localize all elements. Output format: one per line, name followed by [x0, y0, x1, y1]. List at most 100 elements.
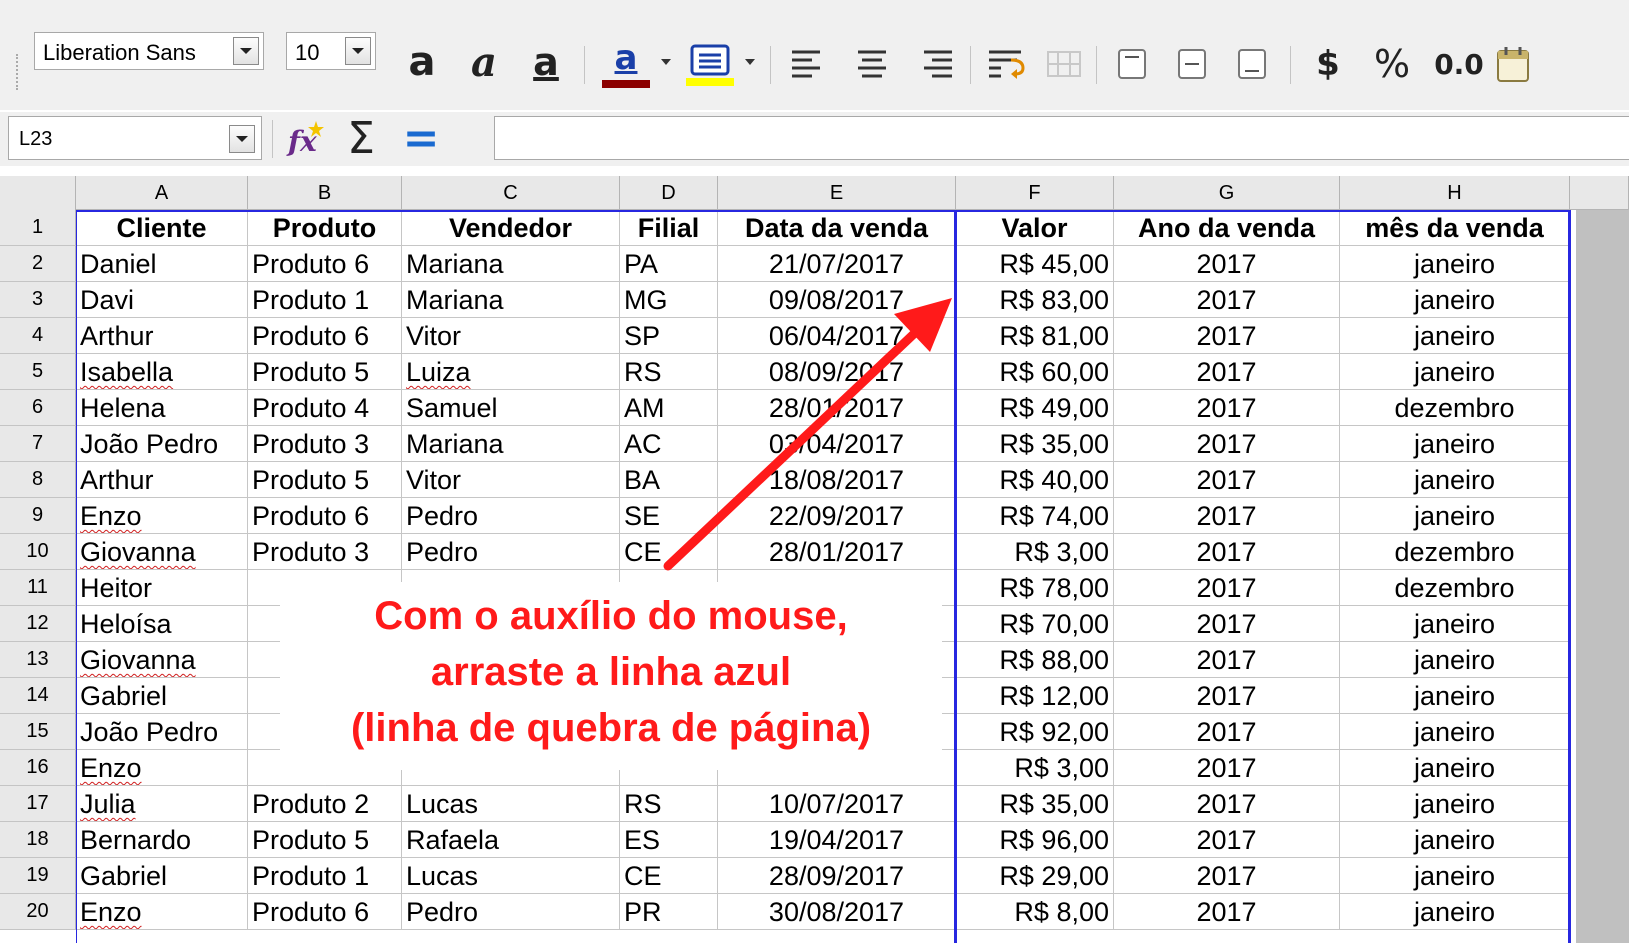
- table-cell[interactable]: janeiro: [1340, 282, 1570, 318]
- table-cell[interactable]: RS: [620, 354, 718, 390]
- table-cell[interactable]: João Pedro: [76, 714, 248, 750]
- table-cell[interactable]: Produto 3: [248, 426, 402, 462]
- row-header[interactable]: 7: [0, 426, 76, 462]
- align-left-button[interactable]: [784, 42, 832, 86]
- table-cell[interactable]: Gabriel: [76, 858, 248, 894]
- table-cell[interactable]: Produto 5: [248, 822, 402, 858]
- table-cell[interactable]: SP: [620, 318, 718, 354]
- table-cell[interactable]: 22/09/2017: [718, 498, 956, 534]
- font-color-dropdown[interactable]: [656, 52, 676, 72]
- column-header-empty[interactable]: [1570, 176, 1629, 210]
- table-cell[interactable]: Daniel: [76, 246, 248, 282]
- table-cell[interactable]: Julia: [76, 786, 248, 822]
- row-header[interactable]: 1: [0, 210, 76, 246]
- percent-format-button[interactable]: %: [1364, 40, 1420, 88]
- column-title-cell[interactable]: Produto: [248, 210, 402, 246]
- table-cell[interactable]: 2017: [1114, 822, 1340, 858]
- table-cell[interactable]: ES: [620, 822, 718, 858]
- column-title-cell[interactable]: Filial: [620, 210, 718, 246]
- row-header[interactable]: 16: [0, 750, 76, 786]
- table-cell[interactable]: Pedro: [402, 894, 620, 930]
- table-cell[interactable]: 2017: [1114, 246, 1340, 282]
- date-format-button[interactable]: [1496, 40, 1532, 88]
- table-cell[interactable]: 2017: [1114, 498, 1340, 534]
- table-cell[interactable]: 06/04/2017: [718, 318, 956, 354]
- table-cell[interactable]: 2017: [1114, 606, 1340, 642]
- table-cell[interactable]: Produto 6: [248, 498, 402, 534]
- table-cell[interactable]: 19/04/2017: [718, 822, 956, 858]
- table-cell[interactable]: BA: [620, 462, 718, 498]
- table-cell[interactable]: CE: [620, 534, 718, 570]
- font-size-combo[interactable]: 10: [286, 32, 376, 70]
- chevron-down-icon[interactable]: [345, 37, 371, 65]
- table-cell[interactable]: janeiro: [1340, 714, 1570, 750]
- table-cell[interactable]: R$ 96,00: [956, 822, 1114, 858]
- table-cell[interactable]: 08/09/2017: [718, 354, 956, 390]
- table-cell[interactable]: 10/07/2017: [718, 786, 956, 822]
- table-cell[interactable]: PR: [620, 894, 718, 930]
- table-cell[interactable]: R$ 49,00: [956, 390, 1114, 426]
- function-wizard-button[interactable]: fx: [280, 114, 332, 162]
- table-cell[interactable]: 28/09/2017: [718, 858, 956, 894]
- table-cell[interactable]: Arthur: [76, 318, 248, 354]
- font-color-button[interactable]: a: [598, 36, 654, 92]
- table-cell[interactable]: Produto 6: [248, 318, 402, 354]
- table-cell[interactable]: Lucas: [402, 858, 620, 894]
- column-title-cell[interactable]: Ano da venda: [1114, 210, 1340, 246]
- table-cell[interactable]: 03/04/2017: [718, 426, 956, 462]
- column-header-a[interactable]: A: [76, 176, 248, 210]
- column-header-d[interactable]: D: [620, 176, 718, 210]
- table-cell[interactable]: Enzo: [76, 894, 248, 930]
- table-cell[interactable]: Pedro: [402, 534, 620, 570]
- table-cell[interactable]: 2017: [1114, 354, 1340, 390]
- table-cell[interactable]: SE: [620, 498, 718, 534]
- column-header-f[interactable]: F: [956, 176, 1114, 210]
- table-cell[interactable]: Produto 5: [248, 354, 402, 390]
- table-cell[interactable]: 2017: [1114, 750, 1340, 786]
- table-cell[interactable]: Helena: [76, 390, 248, 426]
- table-cell[interactable]: janeiro: [1340, 750, 1570, 786]
- table-cell[interactable]: R$ 29,00: [956, 858, 1114, 894]
- table-cell[interactable]: 2017: [1114, 678, 1340, 714]
- row-header[interactable]: 12: [0, 606, 76, 642]
- table-cell[interactable]: R$ 35,00: [956, 786, 1114, 822]
- table-cell[interactable]: Pedro: [402, 498, 620, 534]
- row-header[interactable]: 10: [0, 534, 76, 570]
- row-header[interactable]: 13: [0, 642, 76, 678]
- table-cell[interactable]: janeiro: [1340, 858, 1570, 894]
- row-header[interactable]: 14: [0, 678, 76, 714]
- row-header[interactable]: 19: [0, 858, 76, 894]
- column-title-cell[interactable]: mês da venda: [1340, 210, 1570, 246]
- table-cell[interactable]: Produto 1: [248, 282, 402, 318]
- table-cell[interactable]: R$ 8,00: [956, 894, 1114, 930]
- table-cell[interactable]: janeiro: [1340, 426, 1570, 462]
- table-cell[interactable]: Davi: [76, 282, 248, 318]
- table-cell[interactable]: Bernardo: [76, 822, 248, 858]
- table-cell[interactable]: Produto 6: [248, 894, 402, 930]
- align-middle-button[interactable]: [1168, 42, 1216, 86]
- italic-button[interactable]: a: [460, 38, 508, 86]
- formula-input[interactable]: [494, 116, 1629, 160]
- table-cell[interactable]: dezembro: [1340, 534, 1570, 570]
- table-cell[interactable]: janeiro: [1340, 822, 1570, 858]
- table-cell[interactable]: R$ 81,00: [956, 318, 1114, 354]
- table-cell[interactable]: Mariana: [402, 282, 620, 318]
- table-cell[interactable]: janeiro: [1340, 894, 1570, 930]
- table-cell[interactable]: R$ 74,00: [956, 498, 1114, 534]
- table-cell[interactable]: R$ 45,00: [956, 246, 1114, 282]
- table-cell[interactable]: janeiro: [1340, 642, 1570, 678]
- table-cell[interactable]: 2017: [1114, 462, 1340, 498]
- table-cell[interactable]: 28/01/2017: [718, 390, 956, 426]
- align-bottom-button[interactable]: [1228, 42, 1276, 86]
- highlight-dropdown[interactable]: [740, 52, 760, 72]
- table-cell[interactable]: Arthur: [76, 462, 248, 498]
- column-title-cell[interactable]: Valor: [956, 210, 1114, 246]
- wrap-text-button[interactable]: [982, 42, 1032, 86]
- row-header[interactable]: 6: [0, 390, 76, 426]
- row-header[interactable]: 5: [0, 354, 76, 390]
- table-cell[interactable]: dezembro: [1340, 390, 1570, 426]
- table-cell[interactable]: Rafaela: [402, 822, 620, 858]
- table-cell[interactable]: Vitor: [402, 318, 620, 354]
- select-all-corner[interactable]: [0, 176, 76, 210]
- table-cell[interactable]: 2017: [1114, 318, 1340, 354]
